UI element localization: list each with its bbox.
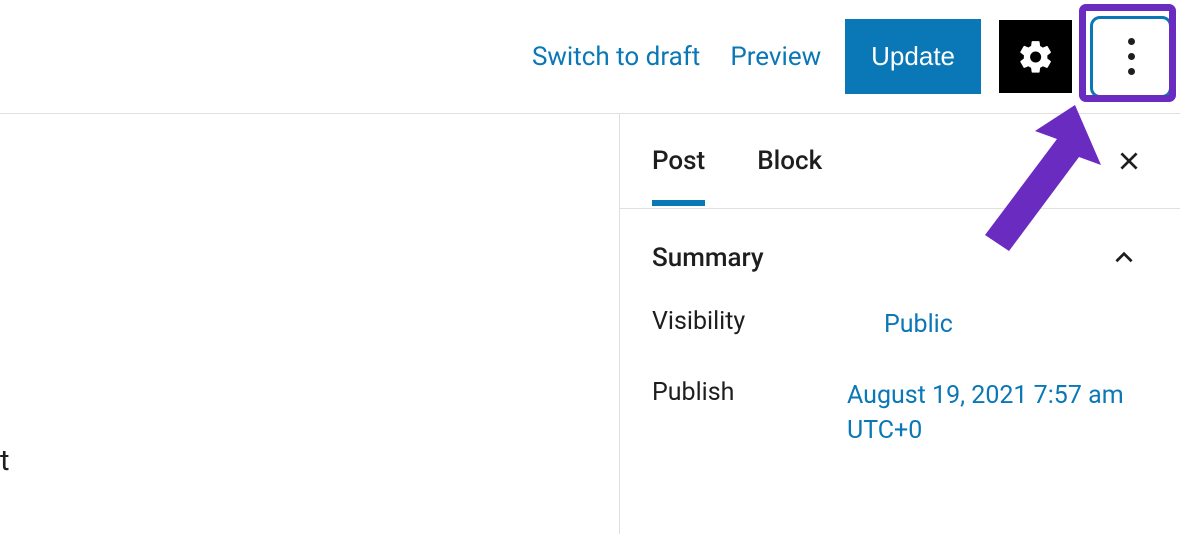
- visibility-value[interactable]: Public: [884, 307, 953, 342]
- gear-icon: [1017, 38, 1055, 76]
- visibility-label: Visibility: [652, 307, 884, 342]
- close-icon: [1116, 148, 1142, 174]
- summary-panel-header[interactable]: Summary: [620, 209, 1180, 307]
- visibility-row: Visibility Public: [620, 307, 1180, 378]
- chevron-up-icon: [1110, 244, 1138, 272]
- settings-sidebar: Post Block Summary Visibility Public Pub: [619, 114, 1180, 534]
- update-button[interactable]: Update: [845, 19, 981, 94]
- summary-title: Summary: [652, 243, 764, 273]
- settings-button[interactable]: [999, 20, 1072, 93]
- preview-link[interactable]: Preview: [724, 32, 827, 82]
- publish-value[interactable]: August 19, 2021 7:57 am UTC+0: [847, 378, 1148, 448]
- content-editor-area[interactable]: t: [0, 114, 619, 534]
- editor-body: t Post Block Summary Visibility Public: [0, 114, 1180, 534]
- more-options-button[interactable]: [1090, 16, 1172, 98]
- publish-label: Publish: [652, 378, 847, 448]
- close-sidebar-button[interactable]: [1114, 146, 1144, 176]
- publish-row: Publish August 19, 2021 7:57 am UTC+0: [620, 378, 1180, 484]
- kebab-icon: [1128, 38, 1135, 75]
- editor-toolbar: Switch to draft Preview Update: [0, 0, 1180, 114]
- content-fragment: t: [0, 444, 10, 478]
- sidebar-tabs: Post Block: [620, 114, 1180, 209]
- tab-post[interactable]: Post: [652, 116, 705, 206]
- tab-block[interactable]: Block: [757, 116, 822, 206]
- switch-to-draft-link[interactable]: Switch to draft: [526, 32, 706, 82]
